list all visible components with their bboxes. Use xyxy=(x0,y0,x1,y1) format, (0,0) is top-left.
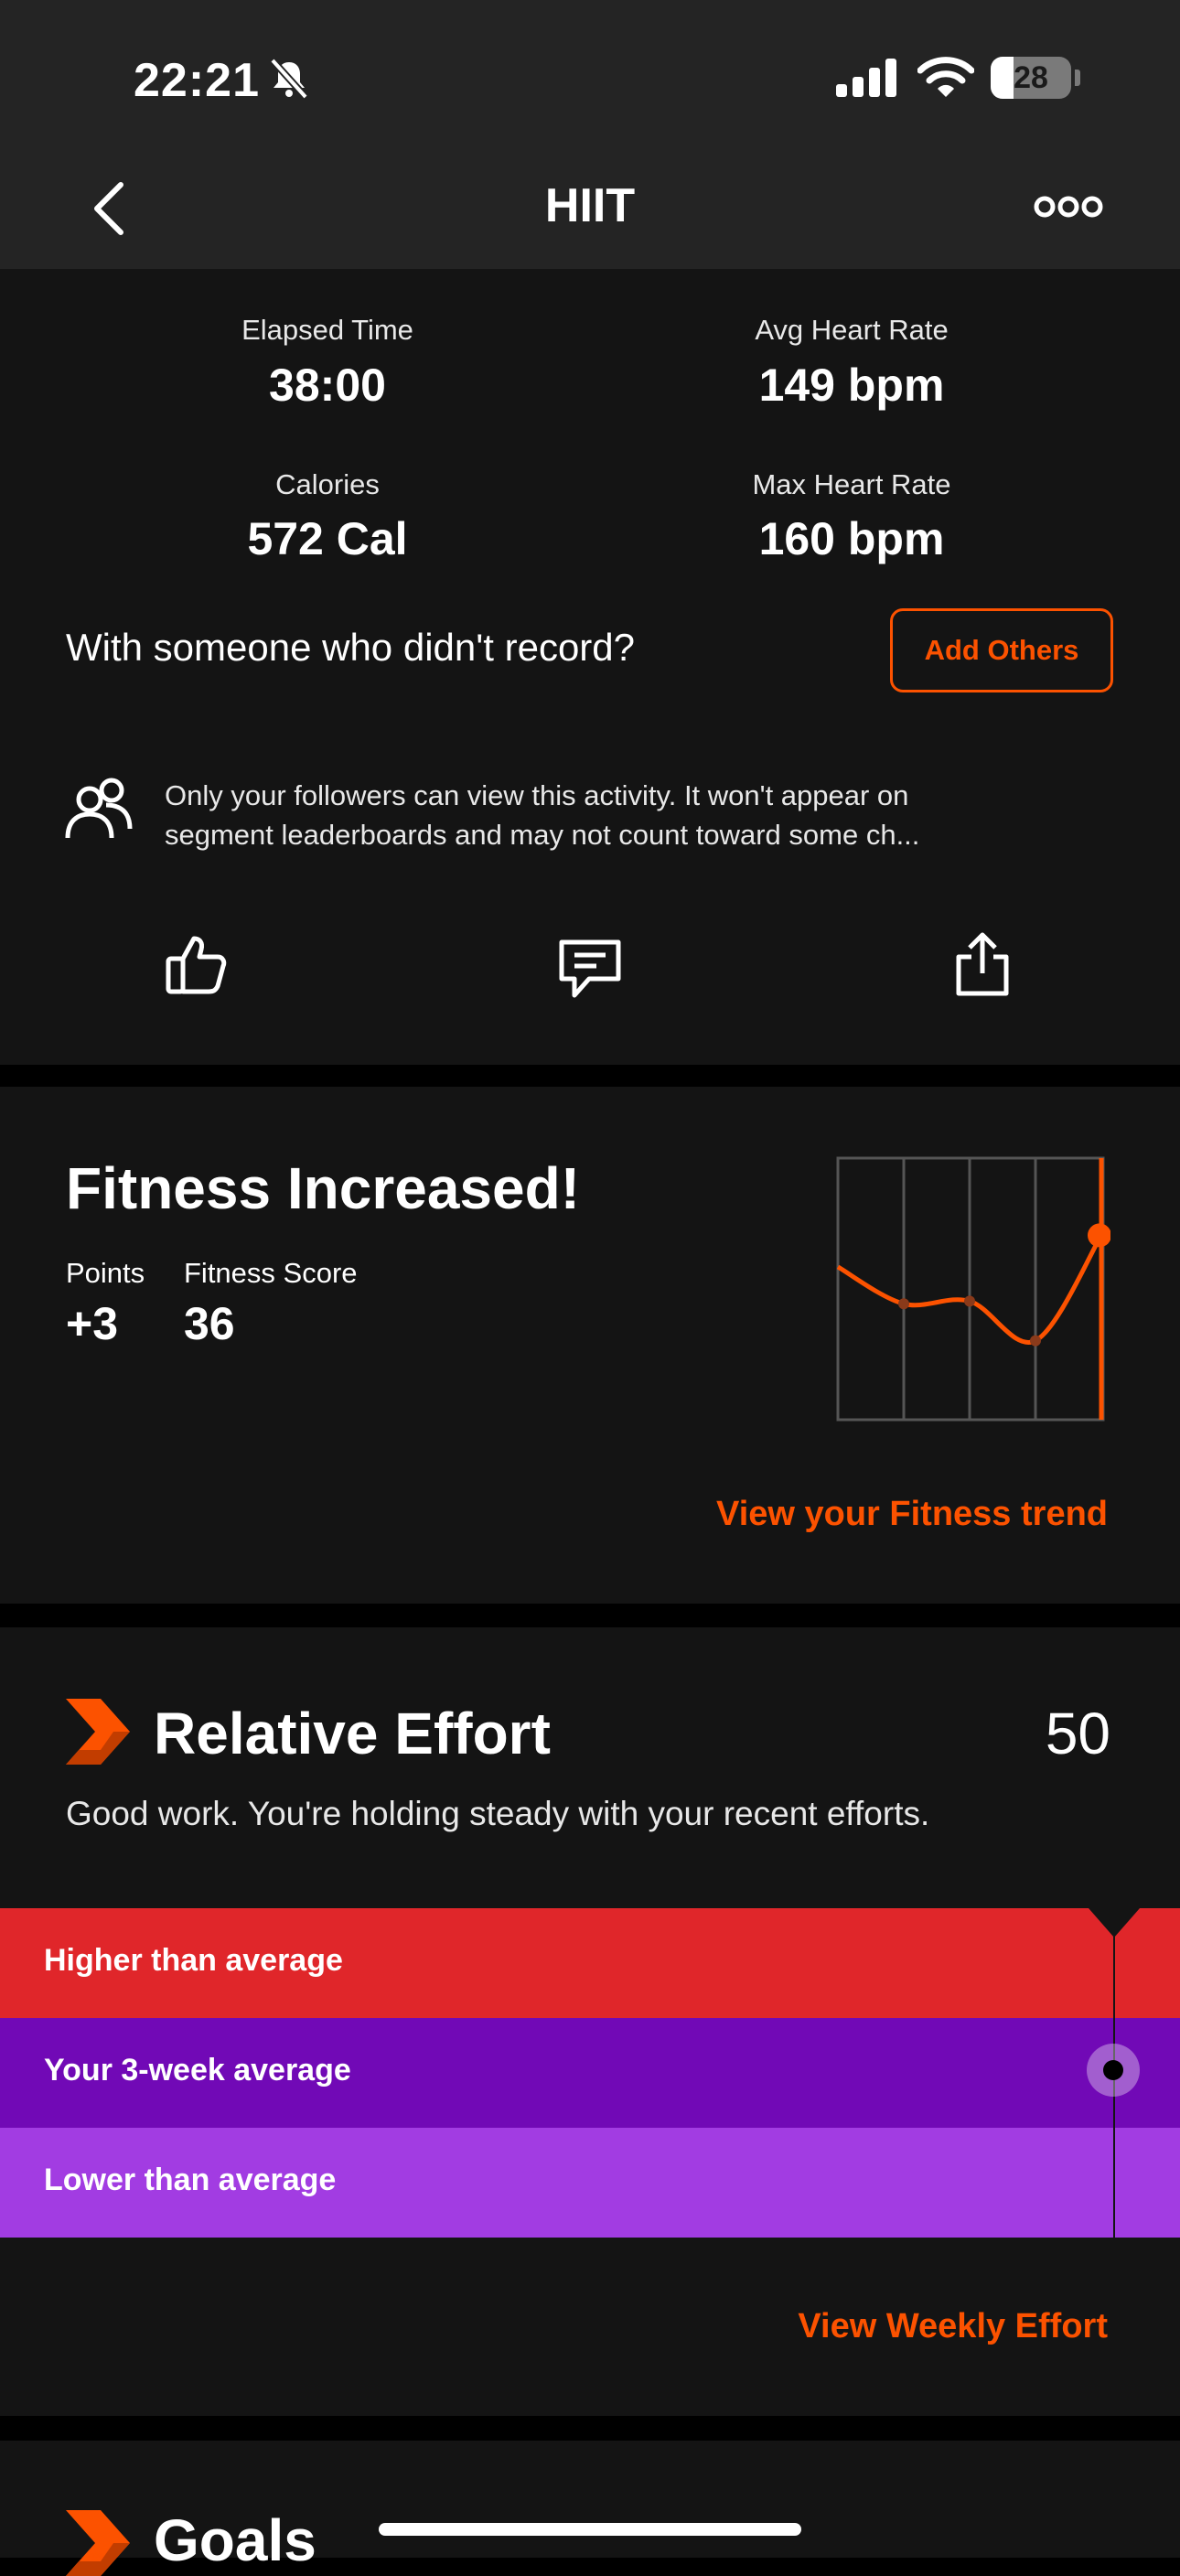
wifi-icon xyxy=(917,57,974,97)
relative-effort-score: 50 xyxy=(1045,1701,1110,1766)
home-indicator[interactable] xyxy=(379,2523,801,2536)
band-label: Higher than average xyxy=(44,1943,343,1978)
like-icon[interactable] xyxy=(163,931,229,997)
privacy-line-1: Only your followers can view this activi… xyxy=(165,779,909,811)
points-value: +3 xyxy=(66,1298,119,1349)
signal-icon xyxy=(836,59,896,97)
more-icon[interactable] xyxy=(1034,190,1103,223)
effort-indicator-marker xyxy=(1087,2044,1140,2097)
calories-value: 572 Cal xyxy=(247,513,408,564)
status-time: 22:21 xyxy=(134,54,260,107)
relative-effort-title: Relative Effort xyxy=(154,1701,551,1766)
page-title: HIIT xyxy=(544,179,636,232)
trend-point xyxy=(964,1295,975,1307)
battery-level: 28 xyxy=(1014,60,1048,95)
add-others-button[interactable]: Add Others xyxy=(890,608,1113,692)
max-heart-rate-value: 160 bpm xyxy=(758,513,945,564)
weekly-effort-link[interactable]: View Weekly Effort xyxy=(549,2307,1108,2346)
band-label: Lower than average xyxy=(44,2163,337,2197)
fitness-score-value: 36 xyxy=(184,1298,235,1349)
fitness-title: Fitness Increased! xyxy=(66,1155,580,1221)
relative-effort-description: Good work. You're holding steady with yo… xyxy=(66,1795,930,1832)
goals-chevron-icon xyxy=(66,2510,130,2576)
fitness-score-label: Fitness Score xyxy=(184,1257,358,1289)
battery-icon: 28 xyxy=(991,57,1071,99)
followers-icon xyxy=(65,778,133,839)
with-others-question: With someone who didn't record? xyxy=(66,626,636,669)
fitness-trend-link[interactable]: View your Fitness trend xyxy=(549,1495,1108,1534)
elapsed-time-label: Elapsed Time xyxy=(241,314,413,346)
bell-slash-icon xyxy=(270,58,308,100)
avg-heart-rate-label: Avg Heart Rate xyxy=(755,314,949,346)
share-icon[interactable] xyxy=(951,929,1014,999)
calories-label: Calories xyxy=(275,468,380,500)
privacy-line-2: segment leaderboards and may not count t… xyxy=(165,819,920,851)
comment-icon[interactable] xyxy=(554,937,626,1003)
points-label: Points xyxy=(66,1257,145,1289)
trend-point xyxy=(898,1298,909,1310)
trend-current-point xyxy=(1088,1223,1110,1248)
fitness-trend-chart xyxy=(836,1156,1110,1422)
trend-point xyxy=(1030,1335,1041,1347)
battery-tip xyxy=(1075,70,1080,86)
goals-title: Goals xyxy=(154,2507,316,2573)
elapsed-time-value: 38:00 xyxy=(269,360,386,411)
band-higher-than-average: Higher than average xyxy=(0,1908,1180,2018)
band-label: Your 3-week average xyxy=(44,2053,351,2088)
band-lower-than-average: Lower than average xyxy=(0,2128,1180,2238)
relative-effort-chevron-icon xyxy=(66,1699,130,1765)
privacy-notice: Only your followers can view this activi… xyxy=(165,776,919,854)
avg-heart-rate-value: 149 bpm xyxy=(758,360,945,411)
band-three-week-average: Your 3-week average xyxy=(0,2018,1180,2128)
max-heart-rate-label: Max Heart Rate xyxy=(752,468,951,500)
